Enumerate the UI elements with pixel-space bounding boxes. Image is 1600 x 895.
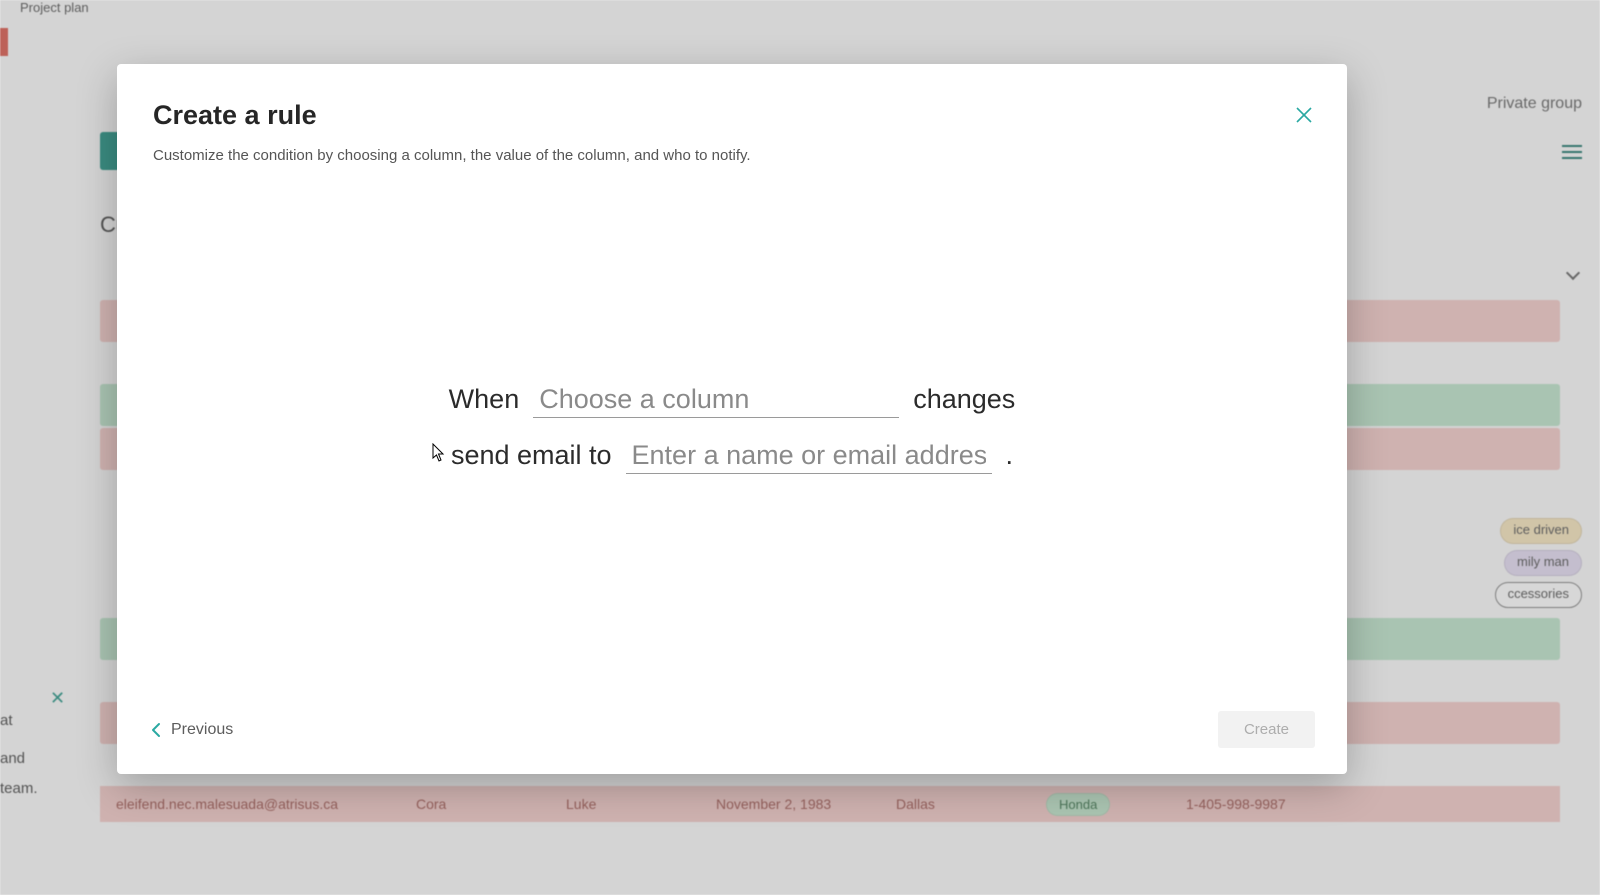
period: . <box>1006 440 1014 471</box>
changes-label: changes <box>913 384 1015 415</box>
choose-column-input[interactable] <box>533 384 899 418</box>
previous-label: Previous <box>171 721 233 739</box>
modal-overlay: Create a rule Customize the condition by… <box>0 0 1600 895</box>
rule-action-line: send email to . <box>451 440 1013 474</box>
rule-condition-line: When changes <box>449 384 1016 418</box>
modal-title: Create a rule <box>153 100 1311 131</box>
close-icon <box>1295 106 1313 124</box>
send-email-label: send email to <box>451 440 612 471</box>
create-button[interactable]: Create <box>1218 711 1315 748</box>
recipient-input[interactable] <box>626 440 992 474</box>
create-rule-modal: Create a rule Customize the condition by… <box>117 64 1347 774</box>
chevron-left-icon <box>149 721 163 739</box>
modal-subtitle: Customize the condition by choosing a co… <box>153 147 1311 164</box>
previous-button[interactable]: Previous <box>149 721 233 739</box>
when-label: When <box>449 384 520 415</box>
close-button[interactable] <box>1289 100 1319 130</box>
